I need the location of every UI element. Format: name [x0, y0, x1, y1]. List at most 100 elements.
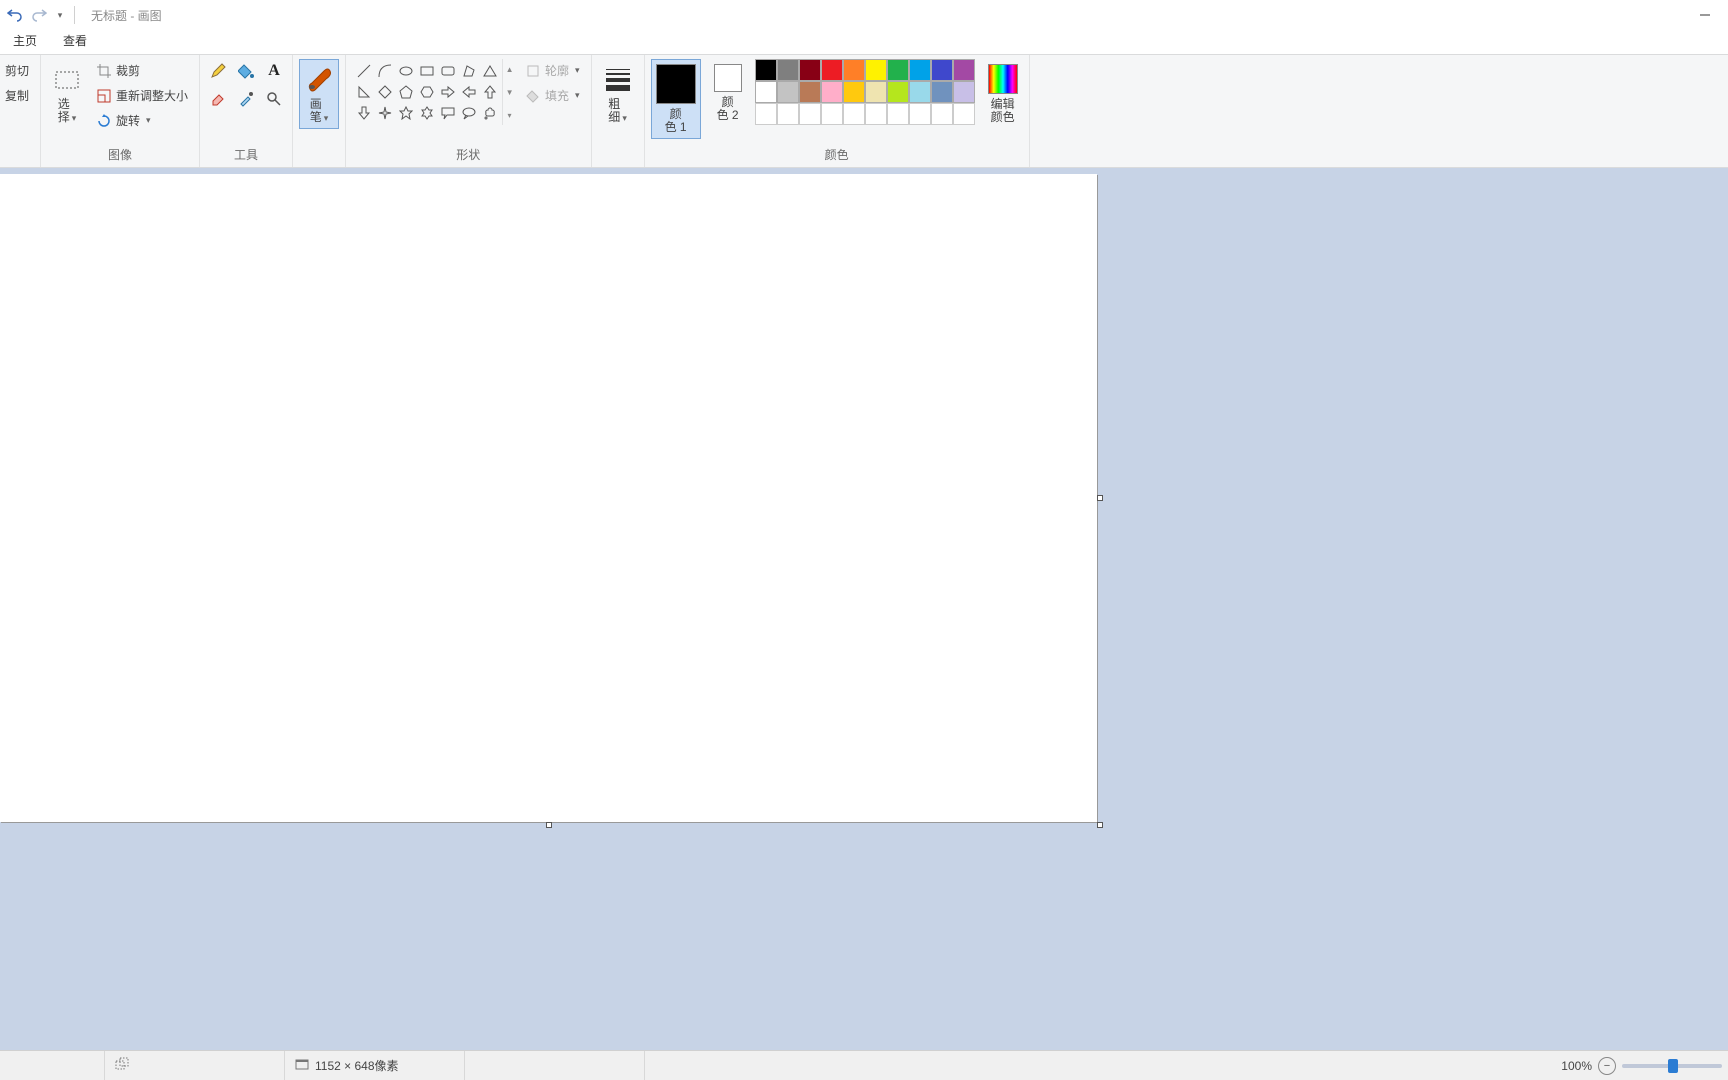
copy-button[interactable]: 复制 — [0, 84, 34, 107]
color-swatch[interactable] — [755, 59, 777, 81]
shape-roundrect[interactable] — [438, 61, 458, 81]
group-shapes: ▲ ▼ ▾ 轮廓 填充 形状 — [346, 55, 592, 167]
color-swatch[interactable] — [821, 81, 843, 103]
resize-button[interactable]: 重新调整大小 — [91, 84, 193, 107]
resize-handle-corner[interactable] — [1097, 822, 1103, 828]
color-swatch[interactable] — [931, 81, 953, 103]
zoom-thumb[interactable] — [1668, 1059, 1678, 1073]
select-button[interactable]: 选择 — [47, 59, 87, 129]
color-swatch[interactable] — [777, 59, 799, 81]
color-swatch[interactable] — [887, 59, 909, 81]
group-label — [598, 149, 638, 165]
color-swatch[interactable] — [821, 59, 843, 81]
color-swatch-empty[interactable] — [755, 103, 777, 125]
pencil-tool[interactable] — [206, 59, 230, 83]
zoom-out-button[interactable]: − — [1598, 1057, 1616, 1075]
eraser-tool[interactable] — [206, 87, 230, 111]
shape-arrow-down[interactable] — [354, 103, 374, 123]
undo-icon[interactable] — [4, 4, 26, 26]
zoom-slider[interactable] — [1622, 1064, 1722, 1068]
fill-icon — [525, 88, 541, 104]
fill-button[interactable]: 填充 — [520, 84, 585, 107]
shape-line[interactable] — [354, 61, 374, 81]
resize-handle-bottom[interactable] — [546, 822, 552, 828]
shape-callout-rect[interactable] — [438, 103, 458, 123]
brush-button[interactable]: 画笔 — [299, 59, 339, 129]
shape-oval[interactable] — [396, 61, 416, 81]
shape-hexagon[interactable] — [417, 82, 437, 102]
redo-icon[interactable] — [28, 4, 50, 26]
gallery-down[interactable]: ▼ — [503, 82, 516, 102]
rotate-button[interactable]: 旋转 — [91, 109, 193, 132]
tab-home[interactable]: 主页 — [0, 28, 50, 54]
shape-4star[interactable] — [375, 103, 395, 123]
color-swatch-empty[interactable] — [865, 103, 887, 125]
color2-swatch — [714, 64, 742, 92]
shapes-gallery[interactable] — [352, 59, 502, 125]
color-swatch-empty[interactable] — [953, 103, 975, 125]
color-swatch-empty[interactable] — [909, 103, 931, 125]
gallery-scroll: ▲ ▼ ▾ — [502, 59, 516, 125]
thickness-button[interactable]: 粗细 — [598, 59, 638, 129]
group-label: 图像 — [47, 146, 193, 165]
color-swatch[interactable] — [843, 59, 865, 81]
text-tool[interactable]: A — [262, 59, 286, 83]
shape-arrow-left[interactable] — [459, 82, 479, 102]
crop-button[interactable]: 裁剪 — [91, 59, 193, 82]
shape-right-triangle[interactable] — [354, 82, 374, 102]
outline-button[interactable]: 轮廓 — [520, 59, 585, 82]
color2-button[interactable]: 颜色 2 — [709, 59, 747, 127]
shape-curve[interactable] — [375, 61, 395, 81]
color-swatch[interactable] — [909, 81, 931, 103]
shape-triangle[interactable] — [480, 61, 500, 81]
color-picker-tool[interactable] — [234, 87, 258, 111]
color-swatch[interactable] — [865, 81, 887, 103]
status-size: 1152 × 648像素 — [285, 1051, 465, 1080]
color-swatch-empty[interactable] — [799, 103, 821, 125]
color-swatch[interactable] — [931, 59, 953, 81]
qat-customize-dropdown[interactable] — [52, 4, 66, 26]
color-swatch[interactable] — [799, 81, 821, 103]
shape-5star[interactable] — [396, 103, 416, 123]
shape-callout-oval[interactable] — [459, 103, 479, 123]
color-swatch[interactable] — [865, 59, 887, 81]
color-swatch-empty[interactable] — [821, 103, 843, 125]
group-label — [0, 149, 34, 165]
color-swatch-empty[interactable] — [843, 103, 865, 125]
cut-button[interactable]: 剪切 — [0, 59, 34, 82]
resize-icon — [96, 88, 112, 104]
color-swatch[interactable] — [953, 59, 975, 81]
color-swatch[interactable] — [909, 59, 931, 81]
shape-arrow-up[interactable] — [480, 82, 500, 102]
color-swatch[interactable] — [777, 81, 799, 103]
color-swatch[interactable] — [953, 81, 975, 103]
magnifier-tool[interactable] — [262, 87, 286, 111]
canvas[interactable] — [0, 174, 1097, 822]
minimize-button[interactable] — [1682, 0, 1728, 30]
color-swatch[interactable] — [843, 81, 865, 103]
color-swatch-empty[interactable] — [931, 103, 953, 125]
edit-colors-button[interactable]: 编辑颜色 — [983, 59, 1023, 129]
outline-icon — [525, 63, 541, 79]
gallery-more[interactable]: ▾ — [503, 105, 516, 125]
shape-pentagon[interactable] — [396, 82, 416, 102]
shape-6star[interactable] — [417, 103, 437, 123]
gallery-up[interactable]: ▲ — [503, 59, 516, 79]
rotate-icon — [96, 113, 112, 129]
shape-callout-cloud[interactable] — [480, 103, 500, 123]
color1-button[interactable]: 颜色 1 — [651, 59, 701, 139]
shape-diamond[interactable] — [375, 82, 395, 102]
color-swatch-empty[interactable] — [887, 103, 909, 125]
resize-handle-right[interactable] — [1097, 495, 1103, 501]
group-label — [299, 149, 339, 165]
shape-polygon[interactable] — [459, 61, 479, 81]
fill-tool[interactable] — [234, 59, 258, 83]
color-swatch-empty[interactable] — [777, 103, 799, 125]
color-swatch[interactable] — [887, 81, 909, 103]
color-swatch[interactable] — [799, 59, 821, 81]
quick-access-toolbar — [4, 4, 81, 26]
shape-rect[interactable] — [417, 61, 437, 81]
shape-arrow-right[interactable] — [438, 82, 458, 102]
color-swatch[interactable] — [755, 81, 777, 103]
tab-view[interactable]: 查看 — [50, 28, 100, 54]
